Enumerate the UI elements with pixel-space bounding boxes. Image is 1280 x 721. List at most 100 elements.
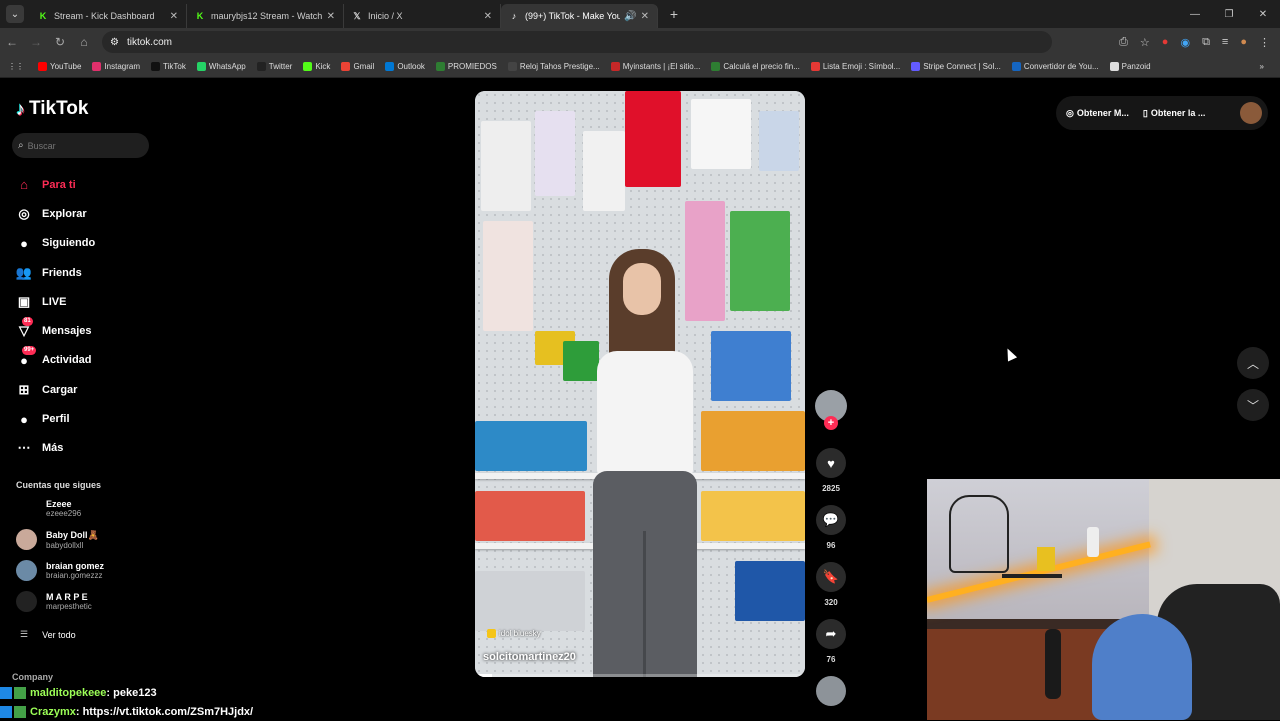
chat-text: : https://vt.tiktok.com/ZSm7HJjdx/ xyxy=(75,705,254,718)
share-icon: ➦ xyxy=(825,626,837,641)
bookmark-item[interactable]: Stripe Connect | Sol... xyxy=(911,62,1001,71)
bookmarks-overflow-icon[interactable]: » xyxy=(1260,62,1264,71)
restore-icon[interactable]: ❐ xyxy=(1212,0,1246,28)
speaker-icon[interactable]: 🔊 xyxy=(624,11,636,22)
following-account[interactable]: M A R P Emarpesthetic xyxy=(16,591,92,612)
company-link[interactable]: Company xyxy=(12,672,53,682)
bookmark-item[interactable]: Instagram xyxy=(92,62,140,71)
avatar xyxy=(16,498,37,519)
forward-icon[interactable]: → xyxy=(24,35,48,49)
get-app-button[interactable]: ▯ Obtener la ... xyxy=(1143,108,1205,119)
get-coins-button[interactable]: ◎ Obtener M... xyxy=(1066,108,1129,119)
home-icon[interactable]: ⌂ xyxy=(72,35,96,49)
star-icon[interactable]: ☆ xyxy=(1140,36,1150,49)
sidebar-item-mensajes[interactable]: ▽ 81 Mensajes xyxy=(16,316,95,345)
bookmark-item[interactable]: Lista Emoji : Símbol... xyxy=(810,62,900,71)
sidebar-item-explorar[interactable]: ◎ Explorar xyxy=(16,199,95,228)
bookmarks-bar: ⋮⋮ YouTube Instagram TikTok WhatsApp Twitter… xyxy=(0,56,1280,78)
following-account[interactable]: braian gomez braian.gomezzz xyxy=(16,560,104,581)
browser-tab[interactable]: K Stream - Kick Dashboard ✕ xyxy=(30,4,187,28)
video-username[interactable]: solcitomartinez20 xyxy=(483,651,576,663)
bookmark-icon: 🔖 xyxy=(822,569,840,584)
creator-avatar[interactable]: + xyxy=(815,390,847,430)
sidebar-item-label: Explorar xyxy=(42,207,87,220)
sidebar-item-label: Friends xyxy=(42,266,82,279)
sidebar-item-cargar[interactable]: ⊞ Cargar xyxy=(16,375,95,404)
video-actions: + ♥ 2825 💬 96 🔖 320 ➦ 76 xyxy=(815,390,847,706)
close-icon[interactable]: ✕ xyxy=(484,11,492,22)
bookmark-item[interactable]: Reloj Tahos Prestige... xyxy=(507,62,600,71)
sidebar-item-m-s[interactable]: ⋯ Más xyxy=(16,434,95,463)
previous-video-button[interactable]: ︿ xyxy=(1237,347,1269,379)
install-icon[interactable]: ⎙ xyxy=(1119,36,1128,49)
video-scene xyxy=(625,91,681,187)
bookmark-item[interactable]: Outlook xyxy=(385,62,425,71)
video-tag-text: idol bluesky xyxy=(499,629,541,638)
apps-icon[interactable]: ⋮⋮ xyxy=(8,62,24,71)
share-button[interactable]: ➦ xyxy=(816,619,846,649)
reload-icon[interactable]: ↻ xyxy=(48,35,72,49)
reading-list-icon[interactable]: ≡ xyxy=(1222,36,1228,49)
following-account[interactable]: Baby Doll🧸 babydollxll xyxy=(16,529,99,550)
extension-blue-icon[interactable]: ◉ xyxy=(1180,36,1190,49)
close-icon[interactable]: ✕ xyxy=(641,11,649,22)
sidebar-item-perfil[interactable]: ● Perfil xyxy=(16,404,95,433)
video-tag[interactable]: idol bluesky xyxy=(487,629,541,638)
next-video-button[interactable]: ﹀ xyxy=(1237,389,1269,421)
close-icon[interactable]: ✕ xyxy=(327,11,335,22)
video-player[interactable]: idol bluesky solcitomartinez20 xyxy=(475,91,805,677)
following-account[interactable]: Ezeee ezeee296 xyxy=(16,498,81,519)
bookmark-item[interactable]: TikTok xyxy=(151,62,186,71)
follow-plus-icon[interactable]: + xyxy=(824,416,838,430)
music-disc-icon[interactable] xyxy=(816,676,846,706)
close-window-icon[interactable]: ✕ xyxy=(1246,0,1280,28)
bookmark-item[interactable]: PROMIEDOS xyxy=(435,62,497,71)
address-input[interactable]: ⚙ tiktok.com xyxy=(102,31,1052,53)
browser-tab[interactable]: 𝕏 Inicio / X ✕ xyxy=(344,4,501,28)
profile-avatar-icon[interactable]: ● xyxy=(1240,36,1247,49)
bookmark-item[interactable]: Panzoid xyxy=(1109,62,1151,71)
new-tab-button[interactable]: + xyxy=(664,6,684,22)
tab-search-button[interactable]: ⌄ xyxy=(6,5,24,23)
profile-avatar[interactable] xyxy=(1240,102,1262,124)
sidebar-item-actividad[interactable]: ● 99+ Actividad xyxy=(16,346,95,375)
extensions-icon[interactable]: ⧉ xyxy=(1202,36,1210,49)
browser-tab[interactable]: K maurybjs12 Stream - Watch Live ✕ xyxy=(187,4,344,28)
close-icon[interactable]: ✕ xyxy=(170,11,178,22)
sidebar-item-friends[interactable]: 👥 Friends xyxy=(16,258,95,287)
browser-tab-active[interactable]: ♪ (99+) TikTok - Make Your Day 🔊 ✕ xyxy=(501,4,658,28)
search-input[interactable] xyxy=(27,140,138,151)
sidebar-item-live[interactable]: ▣ LIVE xyxy=(16,287,95,316)
video-scene xyxy=(481,121,531,211)
compass-icon: ◎ xyxy=(18,205,30,221)
bookmark-item[interactable]: YouTube xyxy=(38,62,81,71)
bookmark-favicon-icon xyxy=(911,62,921,71)
see-all-link[interactable]: ☰ Ver todo xyxy=(20,629,76,640)
save-button[interactable]: 🔖 xyxy=(816,562,846,592)
like-button[interactable]: ♥ xyxy=(816,448,846,478)
sidebar-item-para-ti[interactable]: ⌂ Para ti xyxy=(16,170,95,199)
bookmark-item[interactable]: Twitter xyxy=(256,62,292,71)
video-scene xyxy=(535,111,575,196)
bookmark-item[interactable]: WhatsApp xyxy=(196,62,246,71)
bookmark-item[interactable]: Calculá el precio fin... xyxy=(711,62,800,71)
menu-dots-icon[interactable]: ⋮ xyxy=(1259,36,1270,49)
share-count: 76 xyxy=(826,655,836,664)
chevron-down-icon: ⌄ xyxy=(10,8,20,20)
more-icon: ⋯ xyxy=(17,440,31,456)
tiktok-logo[interactable]: ♪ TikTok xyxy=(16,98,88,120)
bookmark-item[interactable]: Kick xyxy=(303,62,330,71)
tiktok-logo-icon: ♪ xyxy=(16,98,25,119)
extension-red-icon[interactable]: ● xyxy=(1162,36,1169,49)
minimize-icon[interactable]: — xyxy=(1178,0,1212,28)
bookmark-item[interactable]: Myinstants | ¡El sitio... xyxy=(610,62,700,71)
bookmark-item[interactable]: Gmail xyxy=(341,62,374,71)
sidebar-item-siguiendo[interactable]: ● Siguiendo xyxy=(16,229,95,258)
chat-username: Crazymx xyxy=(30,705,76,718)
comment-button[interactable]: 💬 xyxy=(816,505,846,535)
live-icon: ▣ xyxy=(17,293,31,309)
site-settings-icon[interactable]: ⚙ xyxy=(110,37,119,48)
video-progress-bar[interactable] xyxy=(475,674,805,677)
bookmark-item[interactable]: Convertidor de You... xyxy=(1011,62,1099,71)
back-icon[interactable]: ← xyxy=(0,35,24,49)
